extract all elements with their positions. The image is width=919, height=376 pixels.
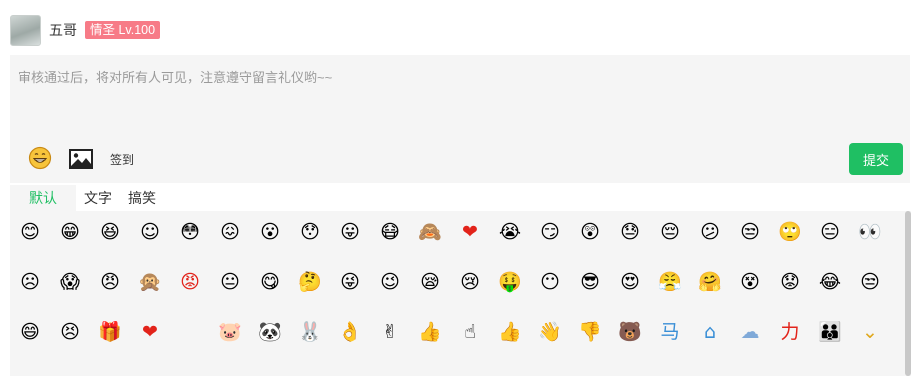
emoji-panel-scrollbar[interactable] bbox=[905, 211, 911, 376]
level-badge: 情圣 Lv.100 bbox=[85, 21, 161, 39]
angry-emoji-icon[interactable]: 😠 bbox=[90, 267, 130, 297]
think-emoji-icon[interactable]: 🤔 bbox=[290, 267, 330, 297]
shy-emoji-icon[interactable]: 😳 bbox=[170, 217, 210, 247]
sweat-emoji-icon[interactable]: 😓 bbox=[610, 217, 650, 247]
emoji-tabs: 默认 文字 搞笑 bbox=[10, 185, 164, 211]
giggle-emoji-icon[interactable]: 😏 bbox=[530, 217, 570, 247]
eye-monster-emoji-icon[interactable]: 👀 bbox=[850, 217, 890, 247]
slant-emoji-icon[interactable]: 😉 bbox=[370, 267, 410, 297]
cry-emoji-icon[interactable]: 😭 bbox=[490, 217, 530, 247]
dizzy-emoji-icon[interactable]: 😵 bbox=[730, 267, 770, 297]
heart-face-emoji-icon[interactable]: ❤ bbox=[450, 217, 490, 247]
come-here-emoji-icon[interactable]: 👋 bbox=[530, 317, 570, 347]
red-heart-emoji-icon[interactable]: ❤ bbox=[130, 317, 170, 347]
rabbit-emoji-icon[interactable]: 🐰 bbox=[290, 317, 330, 347]
tab-text[interactable]: 文字 bbox=[76, 185, 120, 211]
chevron-down-emoji-icon[interactable]: ⌄ bbox=[850, 317, 890, 347]
user-info: 五哥 情圣 Lv.100 bbox=[10, 14, 161, 46]
emoji-row: 😄 😣 🎁 ❤ 🐷 🐼 🐰 👌 ✌ 👍 ☝ 👍 👋 👎 🐻 马 ⌂ ☁ 力 👪 ⌄ bbox=[10, 317, 900, 347]
thumb-small-emoji-icon[interactable]: 👍 bbox=[490, 317, 530, 347]
confused-emoji-icon[interactable]: 😕 bbox=[690, 217, 730, 247]
emoji-row: ☹ 😱 😠 🙊 😡 😐 😋 🤔 😜 😉 😪 😢 🤑 😶 😎 😍 😤 🤗 😵 😟 😂 😒 bbox=[10, 267, 900, 297]
angry-face-emoji-icon[interactable]: 😤 bbox=[650, 267, 690, 297]
finger-point-emoji-icon[interactable]: ☝ bbox=[450, 317, 490, 347]
sly-emoji-icon[interactable]: 🙄 bbox=[770, 217, 810, 247]
smirk-emoji-icon[interactable]: 😒 bbox=[730, 217, 770, 247]
cry-laugh-emoji-icon[interactable]: 😂 bbox=[810, 267, 850, 297]
ok-hand-emoji-icon[interactable]: 👌 bbox=[330, 317, 370, 347]
money-emoji-icon[interactable]: 🤑 bbox=[490, 267, 530, 297]
emoji-row: 😊 😁 😆 ☺ 😳 😖 😮 😯 😛 😷 🙈 ❤ 😭 😏 😲 😓 😔 😕 😒 🙄 😑 👀 bbox=[10, 217, 900, 247]
frown-emoji-icon[interactable]: ☹ bbox=[10, 267, 50, 297]
silent-emoji-icon[interactable]: 😶 bbox=[530, 267, 570, 297]
bear-emoji-icon[interactable]: 🐻 bbox=[610, 317, 650, 347]
hug-emoji-icon[interactable]: 🤗 bbox=[690, 267, 730, 297]
panda-emoji-icon[interactable]: 🐼 bbox=[250, 317, 290, 347]
avatar[interactable] bbox=[10, 14, 41, 46]
meh-emoji-icon[interactable]: 😐 bbox=[210, 267, 250, 297]
grin-emoji-icon[interactable] bbox=[28, 146, 52, 170]
user-name: 五哥 bbox=[49, 22, 77, 38]
annoyed-emoji-icon[interactable]: 😣 bbox=[50, 317, 90, 347]
gift-bag-emoji-icon[interactable]: 🎁 bbox=[90, 317, 130, 347]
thumbs-down-emoji-icon[interactable]: 👎 bbox=[570, 317, 610, 347]
side-eye-emoji-icon[interactable]: 😒 bbox=[850, 267, 890, 297]
grin-emoji-icon[interactable]: 😁 bbox=[50, 217, 90, 247]
laugh-emoji-icon[interactable]: 😆 bbox=[90, 217, 130, 247]
checkin-button[interactable]: 签到 bbox=[110, 151, 134, 168]
tab-default[interactable]: 默认 bbox=[10, 185, 76, 211]
pig-emoji-icon[interactable]: 🐷 bbox=[210, 317, 250, 347]
awkward-emoji-icon[interactable]: 😖 bbox=[210, 217, 250, 247]
editor-toolbar: 签到 提交 bbox=[10, 143, 910, 179]
cool-emoji-icon[interactable]: 😎 bbox=[570, 267, 610, 297]
image-icon[interactable] bbox=[69, 149, 93, 169]
comment-box: 五哥 情圣 Lv.100 签到 提交 默认 文字 搞笑 😊😁😆☺� bbox=[0, 0, 919, 376]
pout-emoji-icon[interactable]: 😑 bbox=[810, 217, 850, 247]
group-emoji-icon[interactable]: 👪 bbox=[810, 317, 850, 347]
blush-emoji-icon[interactable]: ☺ bbox=[130, 217, 170, 247]
sad-emoji-icon[interactable]: 😔 bbox=[650, 217, 690, 247]
sleepy-emoji-icon[interactable]: 😪 bbox=[410, 267, 450, 297]
shock-emoji-icon[interactable]: 😱 bbox=[50, 267, 90, 297]
tongue-emoji-icon[interactable]: 😛 bbox=[330, 217, 370, 247]
red-angry-emoji-icon[interactable]: 😡 bbox=[170, 267, 210, 297]
shout-emoji-icon[interactable]: 😲 bbox=[570, 217, 610, 247]
lick-emoji-icon[interactable]: 😋 bbox=[250, 267, 290, 297]
smile-emoji-icon[interactable]: 😊 bbox=[10, 217, 50, 247]
weep-emoji-icon[interactable]: 😢 bbox=[450, 267, 490, 297]
cover-face-emoji-icon[interactable]: 🙈 bbox=[410, 217, 450, 247]
house-sign-emoji-icon[interactable]: ⌂ bbox=[690, 317, 730, 347]
sick-emoji-icon[interactable]: 😷 bbox=[370, 217, 410, 247]
heart-eyes-emoji-icon[interactable]: 😍 bbox=[610, 267, 650, 297]
emoji-panel: 😊 😁 😆 ☺ 😳 😖 😮 😯 😛 😷 🙈 ❤ 😭 😏 😲 😓 😔 😕 😒 🙄 😑 👀 ☹ 😱 😠 🙊 😡 😐 😋 🤔 😜 😉 😪 😢 🤑 😶 😎 😍 😤 🤗… bbox=[10, 211, 911, 376]
horse-sign-emoji-icon[interactable]: 马 bbox=[650, 317, 690, 347]
tab-funny[interactable]: 搞笑 bbox=[120, 185, 164, 211]
submit-button[interactable]: 提交 bbox=[849, 143, 903, 175]
happy-laugh-emoji-icon[interactable]: 😄 bbox=[10, 317, 50, 347]
worried-emoji-icon[interactable]: 😟 bbox=[770, 267, 810, 297]
victory-emoji-icon[interactable]: ✌ bbox=[370, 317, 410, 347]
power-emoji-icon[interactable]: 力 bbox=[770, 317, 810, 347]
hands-cover-emoji-icon[interactable]: 🙊 bbox=[130, 267, 170, 297]
yawn-emoji-icon[interactable]: 😮 bbox=[250, 217, 290, 247]
comment-input[interactable] bbox=[10, 55, 910, 140]
thumbs-up-emoji-icon[interactable]: 👍 bbox=[410, 317, 450, 347]
wink-tongue-emoji-icon[interactable]: 😜 bbox=[330, 267, 370, 297]
stare-emoji-icon[interactable]: 😯 bbox=[290, 217, 330, 247]
comment-editor: 签到 提交 bbox=[10, 55, 910, 183]
cloud-emoji-icon[interactable]: ☁ bbox=[730, 317, 770, 347]
